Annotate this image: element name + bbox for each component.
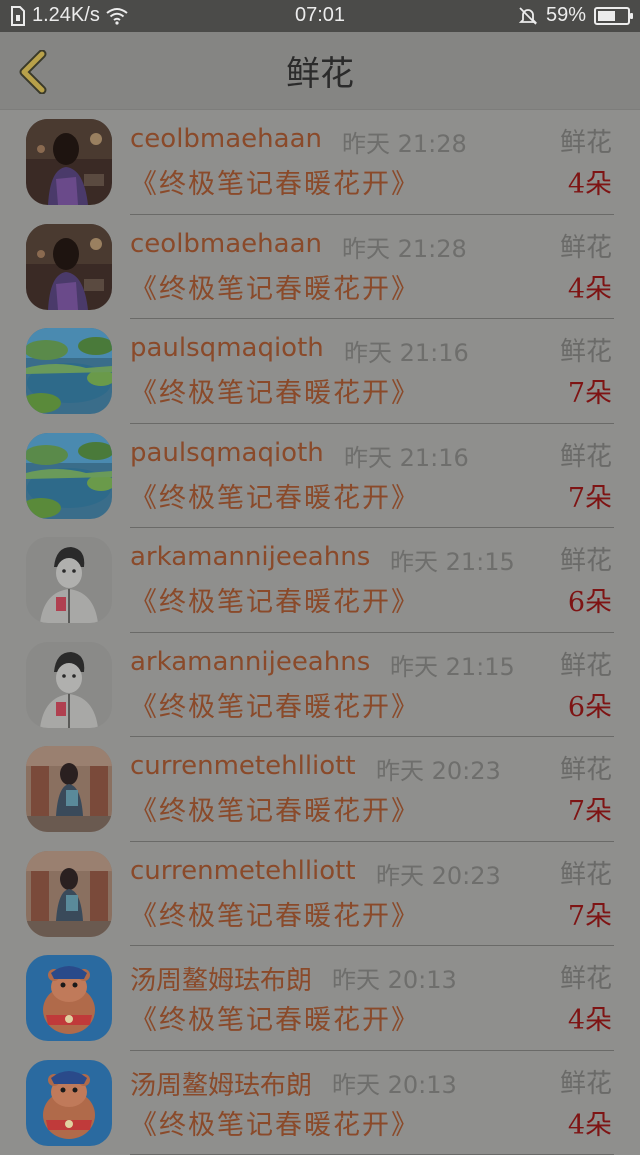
gift-count: 6朵: [568, 580, 612, 619]
gift-type: 鲜花: [560, 122, 612, 159]
gift-type: 鲜花: [560, 958, 612, 995]
gift-count: 4朵: [568, 267, 612, 306]
timestamp: 昨天 20:23: [376, 856, 501, 891]
avatar-photo: [26, 119, 112, 205]
avatar-photo: [26, 955, 112, 1041]
gift-type: 鲜花: [560, 540, 612, 577]
nav-bar: 鲜花: [0, 32, 640, 110]
book-title[interactable]: 《终极笔记春暖花开》: [130, 789, 420, 828]
gift-count: 7朵: [568, 789, 612, 828]
gift-count: 7朵: [568, 476, 612, 515]
book-title[interactable]: 《终极笔记春暖花开》: [130, 894, 420, 933]
gift-type: 鲜花: [560, 331, 612, 368]
username[interactable]: arkamannijeeahns: [130, 542, 370, 572]
username[interactable]: paulsqmaqioth: [130, 438, 324, 468]
username[interactable]: ceolbmaehaan: [130, 124, 322, 154]
avatar[interactable]: [26, 1060, 112, 1146]
avatar[interactable]: [26, 433, 112, 519]
book-title[interactable]: 《终极笔记春暖花开》: [130, 162, 420, 201]
gift-count: 4朵: [568, 162, 612, 201]
list-item[interactable]: currenmetehlliott 昨天 20:23 鲜花 《终极笔记春暖花开》…: [0, 737, 640, 842]
timestamp: 昨天 21:16: [344, 438, 469, 473]
avatar-photo: [26, 537, 112, 623]
username[interactable]: paulsqmaqioth: [130, 333, 324, 363]
avatar[interactable]: [26, 537, 112, 623]
avatar-photo: [26, 851, 112, 937]
timestamp: 昨天 21:15: [390, 542, 515, 577]
book-title[interactable]: 《终极笔记春暖花开》: [130, 476, 420, 515]
battery-percent: 59%: [546, 4, 586, 27]
list-item[interactable]: 汤周鳌姆珐布朗 昨天 20:13 鲜花 《终极笔记春暖花开》 4朵: [0, 946, 640, 1051]
username[interactable]: ceolbmaehaan: [130, 229, 322, 259]
timestamp: 昨天 21:16: [344, 333, 469, 368]
timestamp: 昨天 21:28: [342, 229, 467, 264]
book-title[interactable]: 《终极笔记春暖花开》: [130, 267, 420, 306]
list-item[interactable]: paulsqmaqioth 昨天 21:16 鲜花 《终极笔记春暖花开》 7朵: [0, 319, 640, 424]
gift-type: 鲜花: [560, 1063, 612, 1100]
gift-list: ceolbmaehaan 昨天 21:28 鲜花 《终极笔记春暖花开》 4朵 c…: [0, 110, 640, 1155]
username[interactable]: arkamannijeeahns: [130, 647, 370, 677]
gift-count: 7朵: [568, 371, 612, 410]
avatar[interactable]: [26, 224, 112, 310]
gift-type: 鲜花: [560, 227, 612, 264]
list-item[interactable]: ceolbmaehaan 昨天 21:28 鲜花 《终极笔记春暖花开》 4朵: [0, 215, 640, 320]
mute-bell-icon: [518, 6, 538, 26]
username[interactable]: 汤周鳌姆珐布朗: [130, 1065, 312, 1102]
book-title[interactable]: 《终极笔记春暖花开》: [130, 685, 420, 724]
gift-type: 鲜花: [560, 645, 612, 682]
book-title[interactable]: 《终极笔记春暖花开》: [130, 998, 420, 1037]
avatar[interactable]: [26, 955, 112, 1041]
gift-type: 鲜花: [560, 854, 612, 891]
gift-count: 6朵: [568, 685, 612, 724]
avatar[interactable]: [26, 642, 112, 728]
avatar-photo: [26, 224, 112, 310]
avatar-photo: [26, 433, 112, 519]
avatar[interactable]: [26, 851, 112, 937]
list-item[interactable]: ceolbmaehaan 昨天 21:28 鲜花 《终极笔记春暖花开》 4朵: [0, 110, 640, 215]
username[interactable]: 汤周鳌姆珐布朗: [130, 960, 312, 997]
gift-count: 4朵: [568, 998, 612, 1037]
avatar[interactable]: [26, 746, 112, 832]
gift-type: 鲜花: [560, 436, 612, 473]
list-item[interactable]: paulsqmaqioth 昨天 21:16 鲜花 《终极笔记春暖花开》 7朵: [0, 424, 640, 529]
list-item[interactable]: 汤周鳌姆珐布朗 昨天 20:13 鲜花 《终极笔记春暖花开》 4朵: [0, 1051, 640, 1155]
page-title: 鲜花: [0, 46, 640, 95]
timestamp: 昨天 20:13: [332, 1065, 457, 1100]
list-item[interactable]: arkamannijeeahns 昨天 21:15 鲜花 《终极笔记春暖花开》 …: [0, 528, 640, 633]
avatar-photo: [26, 746, 112, 832]
list-item[interactable]: currenmetehlliott 昨天 20:23 鲜花 《终极笔记春暖花开》…: [0, 842, 640, 947]
status-bar: 1.24K/s 07:01 59%: [0, 0, 640, 32]
gift-count: 4朵: [568, 1103, 612, 1142]
avatar-photo: [26, 328, 112, 414]
avatar[interactable]: [26, 119, 112, 205]
avatar-photo: [26, 1060, 112, 1146]
list-item[interactable]: arkamannijeeahns 昨天 21:15 鲜花 《终极笔记春暖花开》 …: [0, 633, 640, 738]
gift-count: 7朵: [568, 894, 612, 933]
battery-icon: [594, 7, 630, 25]
timestamp: 昨天 20:13: [332, 960, 457, 995]
username[interactable]: currenmetehlliott: [130, 856, 356, 886]
book-title[interactable]: 《终极笔记春暖花开》: [130, 580, 420, 619]
timestamp: 昨天 20:23: [376, 751, 501, 786]
timestamp: 昨天 21:28: [342, 124, 467, 159]
gift-type: 鲜花: [560, 749, 612, 786]
book-title[interactable]: 《终极笔记春暖花开》: [130, 371, 420, 410]
timestamp: 昨天 21:15: [390, 647, 515, 682]
avatar-photo: [26, 642, 112, 728]
book-title[interactable]: 《终极笔记春暖花开》: [130, 1103, 420, 1142]
avatar[interactable]: [26, 328, 112, 414]
username[interactable]: currenmetehlliott: [130, 751, 356, 781]
